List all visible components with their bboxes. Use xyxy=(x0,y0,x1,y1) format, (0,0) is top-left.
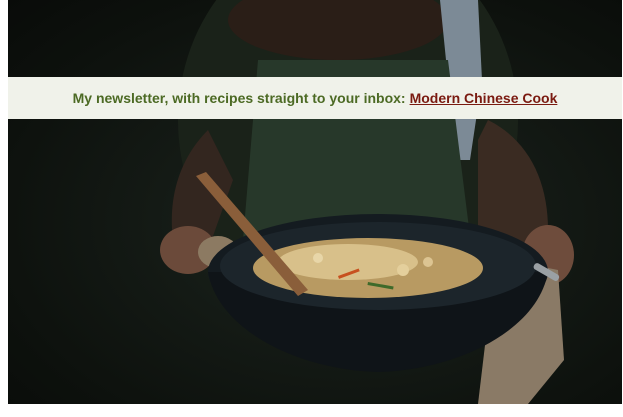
newsletter-link[interactable]: Modern Chinese Cook xyxy=(410,90,558,106)
noodle-piece xyxy=(423,257,433,267)
noodle-piece xyxy=(313,253,323,263)
hero-photo xyxy=(8,0,622,404)
newsletter-banner: My newsletter, with recipes straight to … xyxy=(8,77,622,119)
hero-photo-illustration xyxy=(160,0,574,404)
noodle-piece xyxy=(397,264,409,276)
page: My newsletter, with recipes straight to … xyxy=(0,0,623,417)
newsletter-text: My newsletter, with recipes straight to … xyxy=(72,90,406,106)
